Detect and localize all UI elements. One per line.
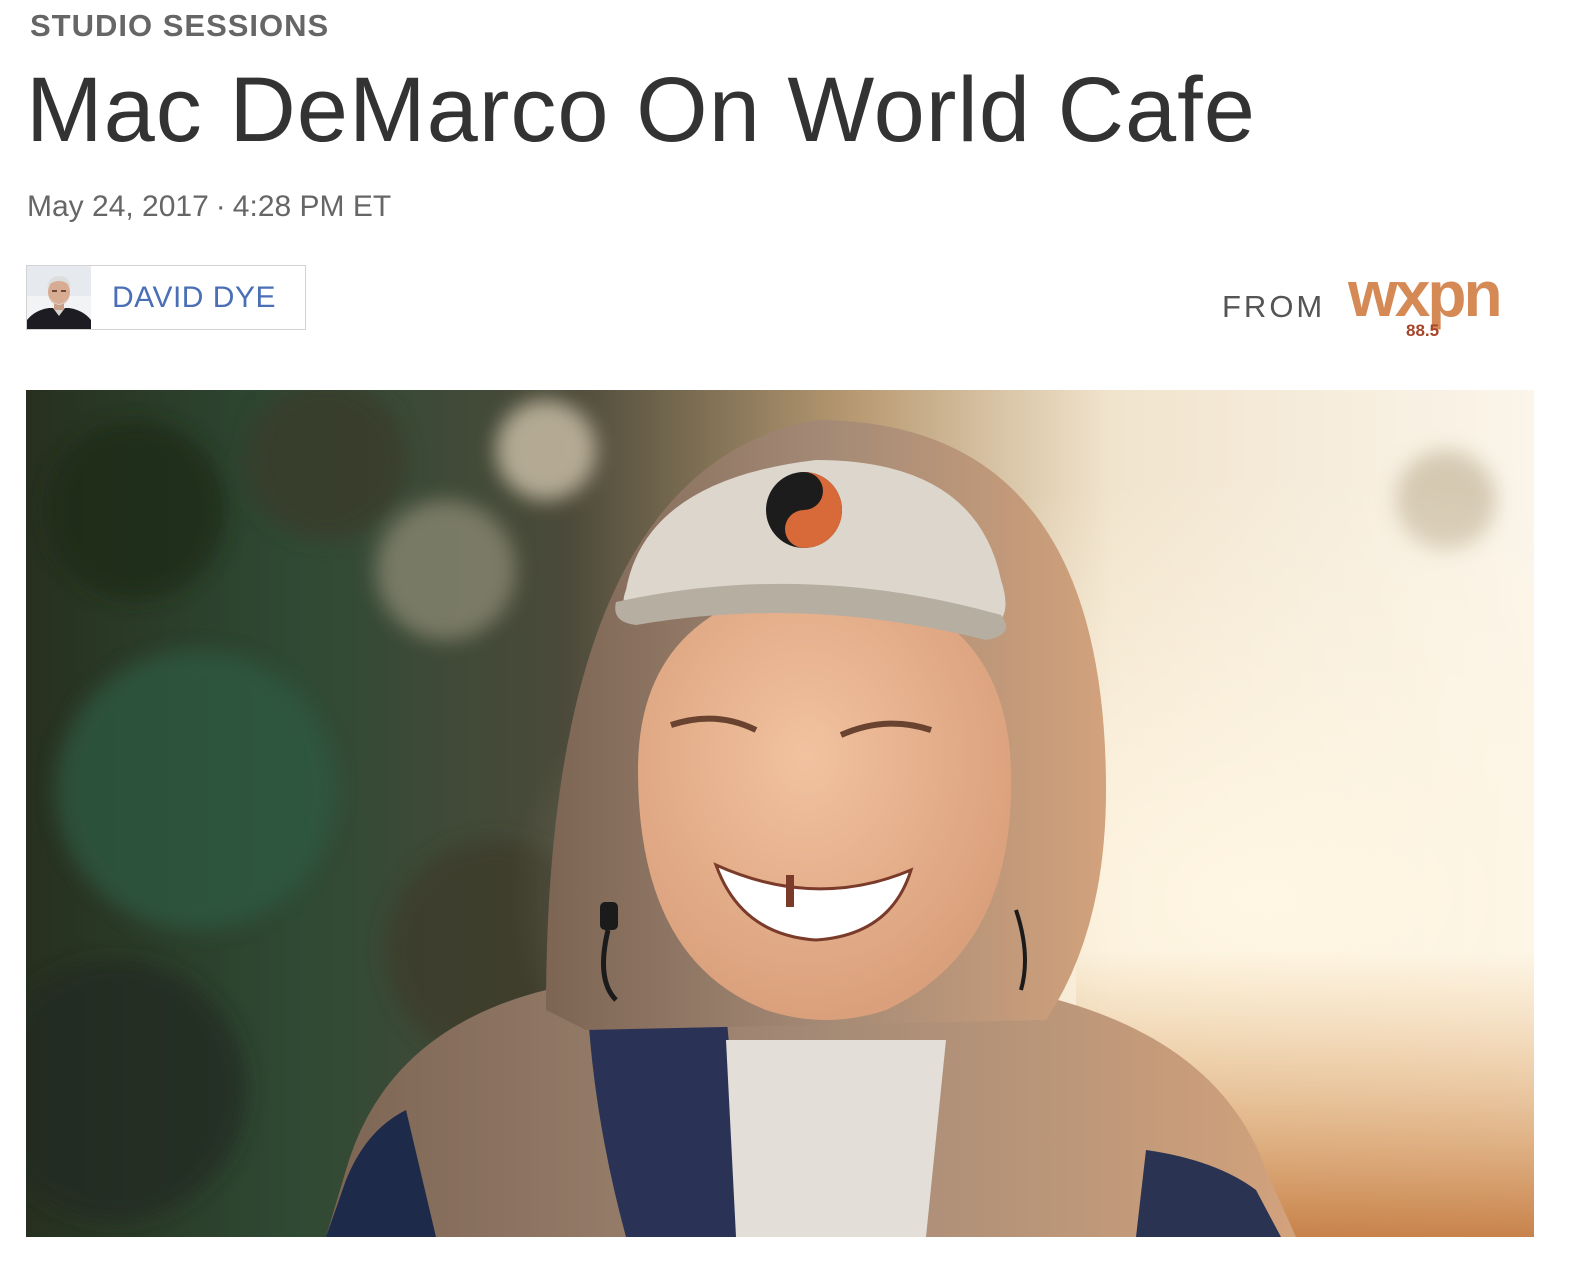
hero-photo [26, 390, 1534, 1237]
from-label: FROM [1222, 289, 1326, 324]
publish-date: May 24, 2017 [27, 190, 209, 223]
author-byline-link[interactable]: DAVID DYE [26, 265, 306, 330]
logo-frequency: 88.5 [1406, 321, 1439, 340]
author-name: DAVID DYE [112, 280, 276, 314]
section-slug-link[interactable]: STUDIO SESSIONS [30, 8, 329, 44]
wxpn-logo: wxpn 88.5 [1347, 258, 1503, 340]
article-page: STUDIO SESSIONS Mac DeMarco On World Caf… [0, 0, 1588, 1274]
publish-time: 4:28 PM ET [232, 190, 392, 223]
article-title: Mac DeMarco On World Cafe [26, 59, 1256, 161]
author-avatar [27, 266, 91, 329]
station-logo-link[interactable]: wxpn 88.5 [1346, 258, 1538, 344]
date-separator: · [215, 190, 226, 223]
dateline: May 24, 2017 · 4:28 PM ET [27, 190, 391, 224]
